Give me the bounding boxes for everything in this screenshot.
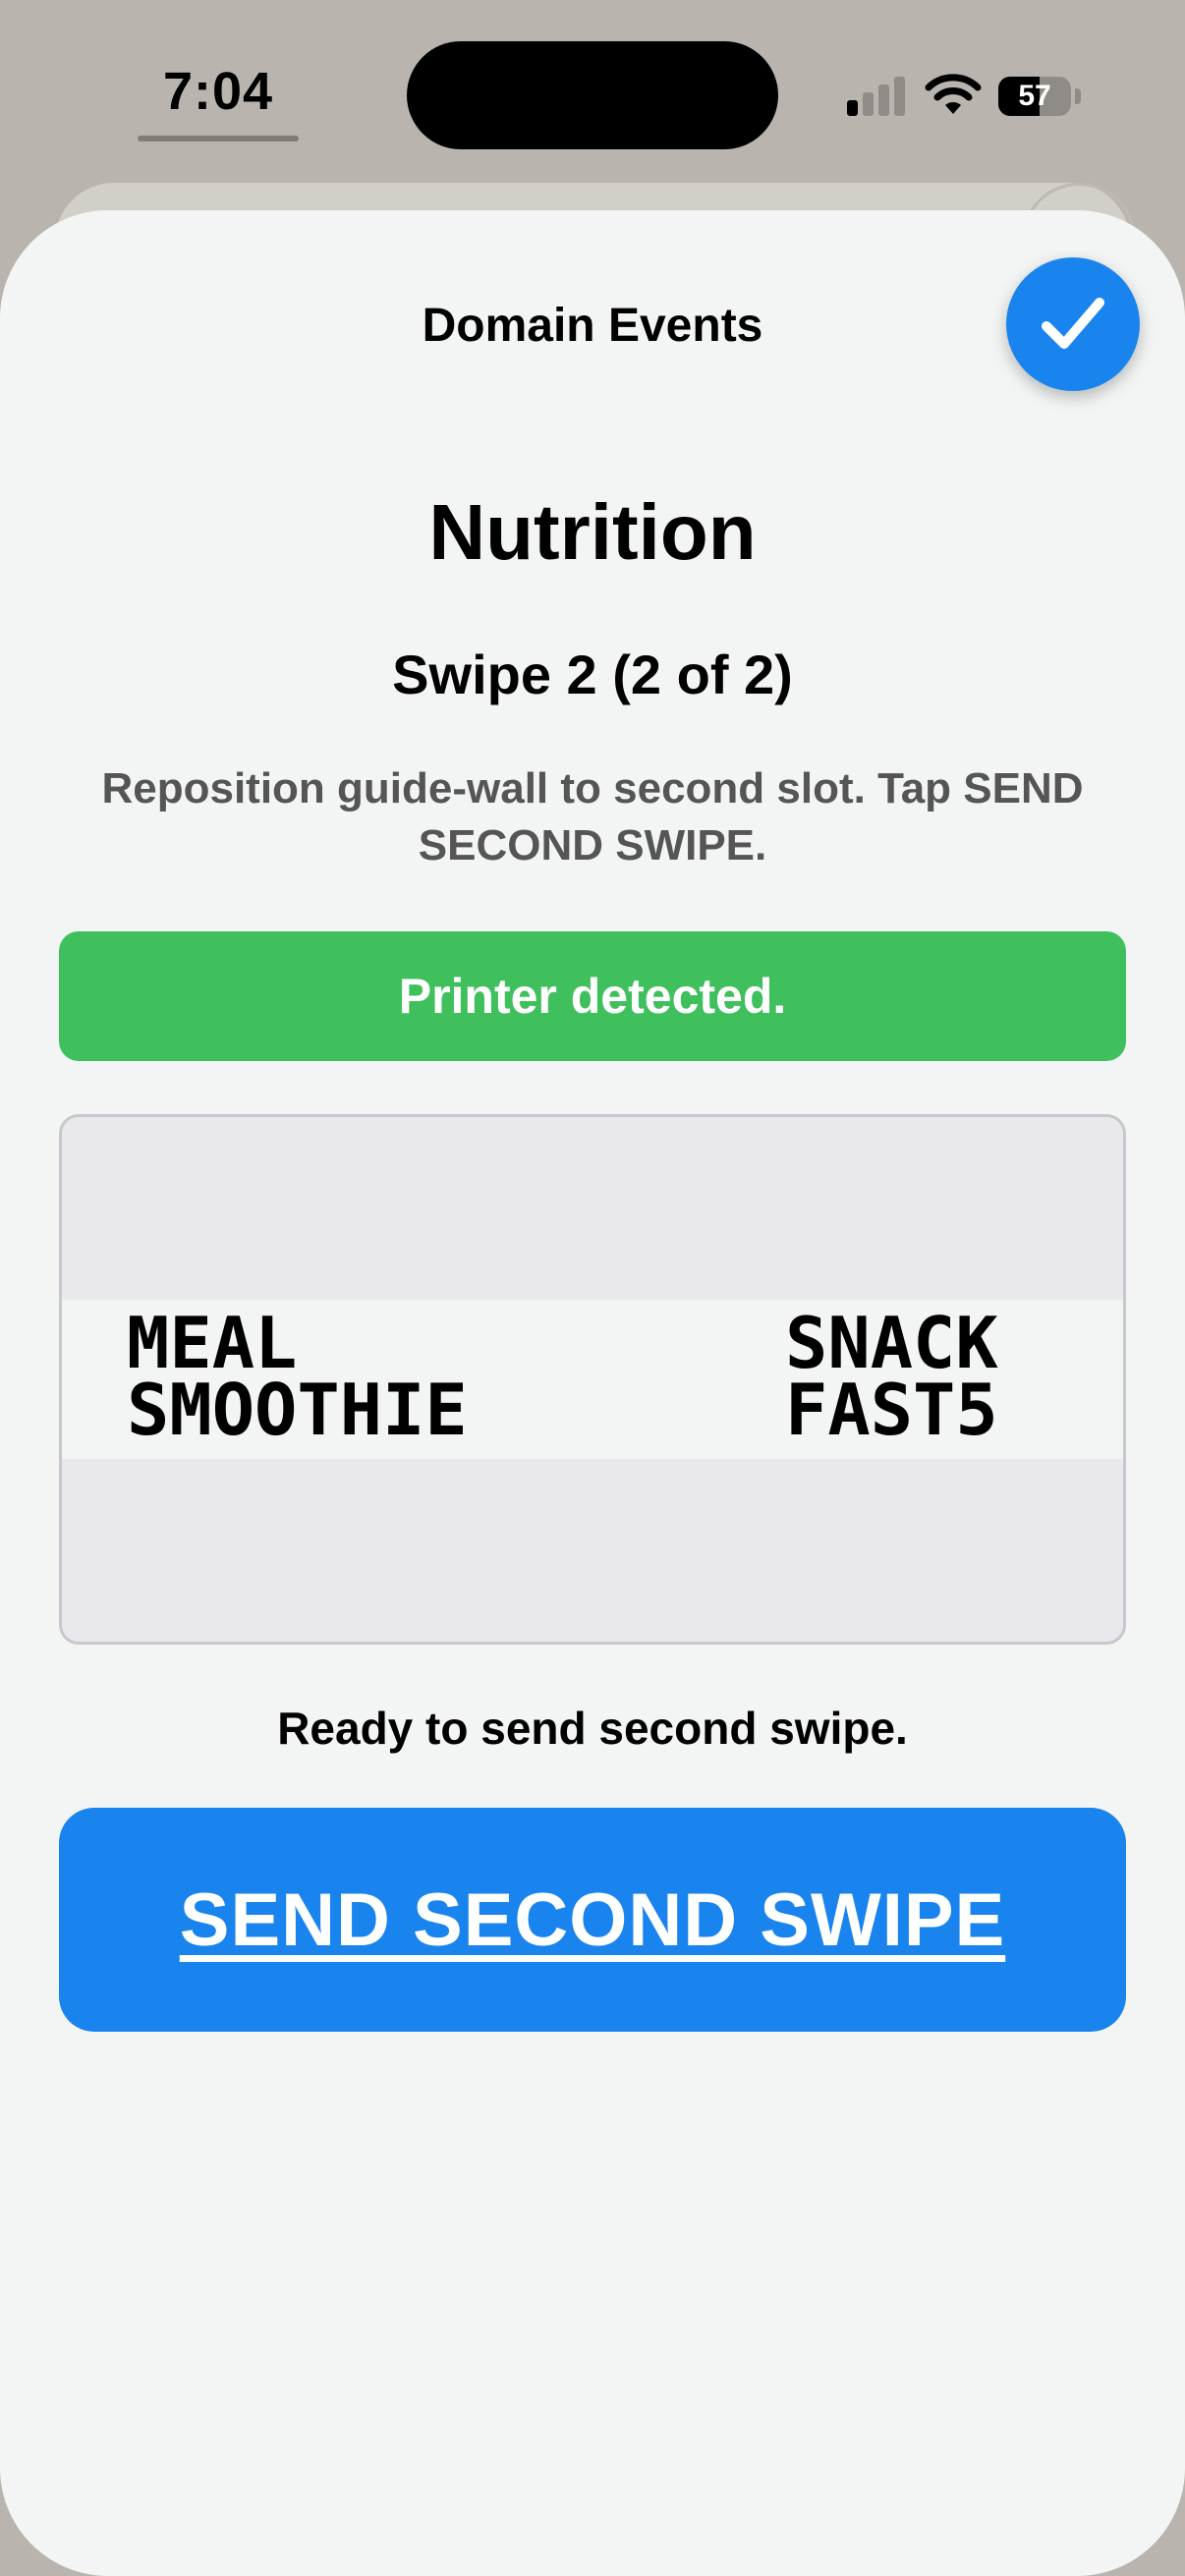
page-heading: Nutrition: [428, 488, 757, 576]
battery-cap: [1075, 88, 1081, 104]
checkmark-icon: [1042, 298, 1104, 349]
send-button-label: SEND SECOND SWIPE: [179, 1877, 1006, 1962]
preview-right-line1: SNACK: [785, 1302, 998, 1384]
print-preview: MEAL SMOOTHIE SNACK FAST5: [59, 1114, 1126, 1645]
modal-sheet: Domain Events Nutrition Swipe 2 (2 of 2)…: [0, 210, 1185, 2576]
preview-label-strip: MEAL SMOOTHIE SNACK FAST5: [62, 1300, 1123, 1459]
done-button[interactable]: [1006, 257, 1140, 391]
preview-right-line2: FAST5: [785, 1369, 998, 1451]
battery-percent: 57: [1018, 80, 1051, 112]
battery-body: 57: [998, 77, 1071, 116]
send-second-swipe-button[interactable]: SEND SECOND SWIPE: [59, 1808, 1126, 2032]
dynamic-island: [407, 41, 778, 149]
wifi-icon: [924, 71, 983, 116]
signal-bar: [863, 92, 874, 116]
preview-left-column: MEAL SMOOTHIE: [127, 1302, 468, 1451]
instructions-text: Reposition guide-wall to second slot. Ta…: [101, 764, 1084, 869]
status-time: 7:04: [162, 62, 274, 121]
printer-status-banner: Printer detected.: [59, 931, 1126, 1061]
battery-icon: 57: [998, 77, 1081, 116]
time-indicator: [138, 136, 299, 141]
signal-bar: [894, 77, 905, 116]
step-indicator: Swipe 2 (2 of 2): [392, 644, 793, 705]
status-bar: 7:04 57: [0, 0, 1185, 187]
cellular-signal-icon: [847, 77, 906, 116]
preview-right-column: SNACK FAST5: [785, 1302, 998, 1451]
signal-bar: [878, 84, 889, 116]
preview-left-line2: SMOOTHIE: [127, 1369, 468, 1451]
preview-left-line1: MEAL: [127, 1302, 298, 1384]
ready-status-message: Ready to send second swipe.: [277, 1703, 908, 1754]
signal-bar: [847, 100, 858, 116]
